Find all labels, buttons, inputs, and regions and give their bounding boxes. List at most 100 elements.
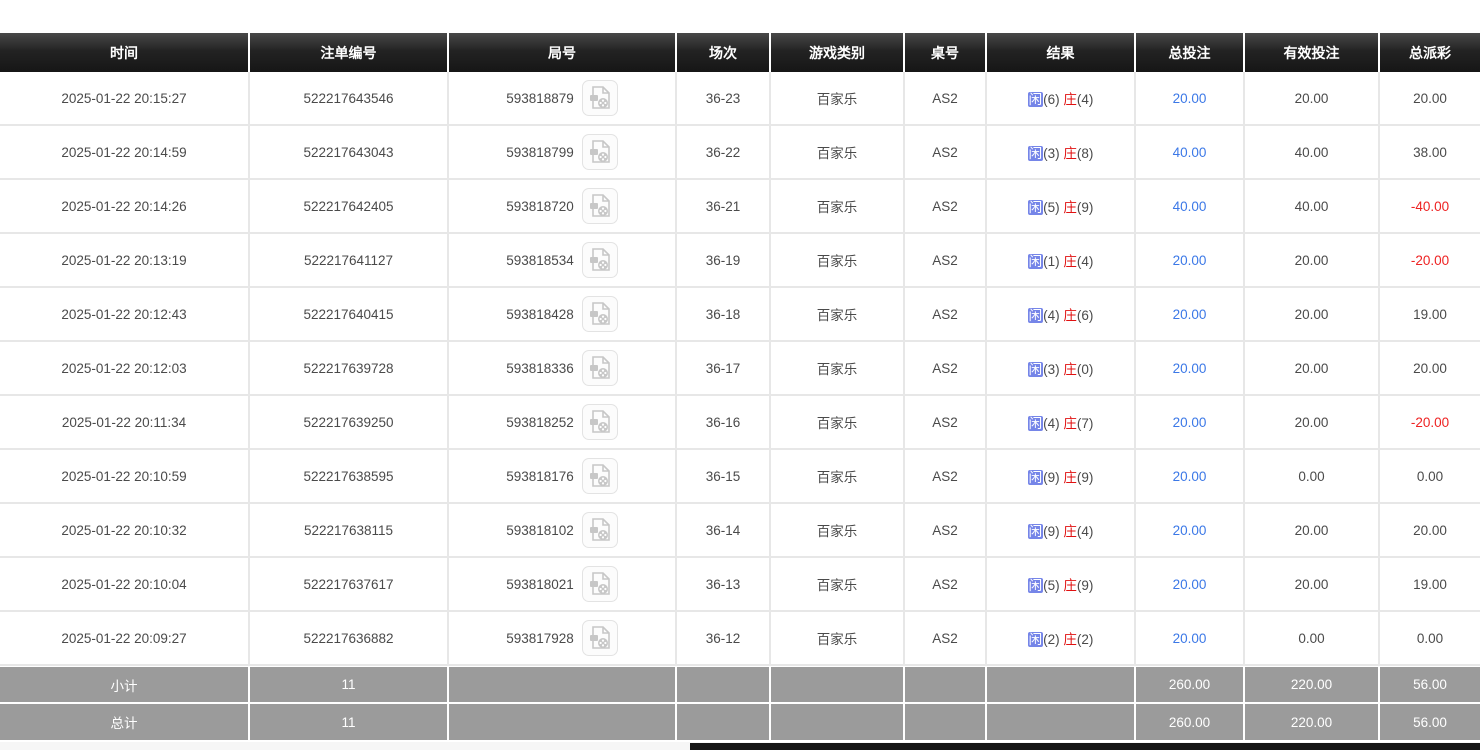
cell-total-bet: 20.00 — [1136, 612, 1245, 666]
cell-round-id: 593818534 — [449, 234, 677, 288]
total-bet-link[interactable]: 20.00 — [1173, 253, 1207, 268]
bet-records-page: 时间注单编号局号场次游戏类别桌号结果总投注有效投注总派彩 2025-01-22 … — [0, 0, 1480, 750]
round-id-number: 593818720 — [506, 199, 574, 214]
cell-payout: 19.00 — [1380, 558, 1480, 612]
cell-total-bet: 20.00 — [1136, 504, 1245, 558]
round-id-number: 593818336 — [506, 361, 574, 376]
cell-valid-bet: 20.00 — [1245, 72, 1380, 126]
player-score: (9) — [1043, 470, 1063, 485]
cell-payout: -20.00 — [1380, 396, 1480, 450]
player-badge: 闲 — [1028, 200, 1044, 215]
video-replay-button[interactable] — [582, 620, 618, 656]
cell-game-type: 百家乐 — [771, 180, 905, 234]
table-row: 2025-01-22 20:10:32522217638115593818102… — [0, 504, 1480, 558]
player-score: (2) — [1043, 632, 1063, 647]
total-bet-link[interactable]: 40.00 — [1173, 145, 1207, 160]
cell-session: 36-17 — [677, 342, 771, 396]
payout-value: 38.00 — [1413, 145, 1447, 160]
round-id-wrap: 593818102 — [453, 512, 671, 548]
round-id-number: 593818799 — [506, 145, 574, 160]
round-id-wrap: 593818336 — [453, 350, 671, 386]
cell-table-no: AS2 — [905, 234, 987, 288]
cell-round-id: 593818879 — [449, 72, 677, 126]
video-replay-button[interactable] — [582, 458, 618, 494]
total-bet-link[interactable]: 20.00 — [1173, 307, 1207, 322]
total-bet-link[interactable]: 20.00 — [1173, 91, 1207, 106]
player-badge: 闲 — [1028, 470, 1044, 485]
cell-total-bet: 20.00 — [1136, 234, 1245, 288]
grand-total-row-game-type — [771, 704, 905, 742]
round-id-wrap: 593818176 — [453, 458, 671, 494]
cell-total-bet: 40.00 — [1136, 126, 1245, 180]
total-bet-link[interactable]: 20.00 — [1173, 469, 1207, 484]
video-replay-button[interactable] — [582, 134, 618, 170]
video-replay-icon — [589, 464, 611, 488]
video-replay-icon — [589, 302, 611, 326]
payout-value: -40.00 — [1411, 199, 1449, 214]
banker-score: (9) — [1077, 578, 1094, 593]
cell-bet-id: 522217636882 — [250, 612, 449, 666]
cell-bet-id: 522217639250 — [250, 396, 449, 450]
player-badge: 闲 — [1028, 92, 1044, 107]
cell-session: 36-23 — [677, 72, 771, 126]
cell-result: 闲(3) 庄(0) — [987, 342, 1136, 396]
cell-time: 2025-01-22 20:10:32 — [0, 504, 250, 558]
banker-score: (4) — [1077, 254, 1094, 269]
cell-game-type: 百家乐 — [771, 234, 905, 288]
cell-round-id: 593818336 — [449, 342, 677, 396]
cell-round-id: 593818799 — [449, 126, 677, 180]
banker-score: (8) — [1077, 146, 1094, 161]
banker-label: 庄 — [1063, 146, 1077, 161]
cell-round-id: 593817928 — [449, 612, 677, 666]
col-header-session: 场次 — [677, 33, 771, 72]
grand-total-row-table-no — [905, 704, 987, 742]
cell-round-id: 593818021 — [449, 558, 677, 612]
cell-session: 36-12 — [677, 612, 771, 666]
banker-score: (9) — [1077, 200, 1094, 215]
banker-score: (4) — [1077, 92, 1094, 107]
video-replay-button[interactable] — [582, 242, 618, 278]
video-replay-button[interactable] — [582, 188, 618, 224]
banker-label: 庄 — [1063, 632, 1077, 647]
video-replay-button[interactable] — [582, 404, 618, 440]
total-bet-link[interactable]: 40.00 — [1173, 199, 1207, 214]
cell-round-id: 593818720 — [449, 180, 677, 234]
round-id-number: 593818102 — [506, 523, 574, 538]
cell-table-no: AS2 — [905, 612, 987, 666]
video-replay-button[interactable] — [582, 296, 618, 332]
cell-game-type: 百家乐 — [771, 72, 905, 126]
video-replay-button[interactable] — [582, 80, 618, 116]
cell-valid-bet: 0.00 — [1245, 450, 1380, 504]
cell-result: 闲(4) 庄(6) — [987, 288, 1136, 342]
cell-valid-bet: 40.00 — [1245, 126, 1380, 180]
col-header-total_bet: 总投注 — [1136, 33, 1245, 72]
cell-table-no: AS2 — [905, 72, 987, 126]
subtotal-row-payout: 56.00 — [1380, 666, 1480, 704]
cell-result: 闲(3) 庄(8) — [987, 126, 1136, 180]
subtotal-row-valid-bet: 220.00 — [1245, 666, 1380, 704]
round-id-wrap: 593817928 — [453, 620, 671, 656]
cell-payout: 0.00 — [1380, 612, 1480, 666]
cell-bet-id: 522217641127 — [250, 234, 449, 288]
video-replay-button[interactable] — [582, 566, 618, 602]
cell-session: 36-22 — [677, 126, 771, 180]
subtotal-row-result — [987, 666, 1136, 704]
grand-total-row-count: 11 — [250, 704, 449, 742]
total-bet-link[interactable]: 20.00 — [1173, 577, 1207, 592]
cell-session: 36-14 — [677, 504, 771, 558]
round-id-wrap: 593818021 — [453, 566, 671, 602]
total-bet-link[interactable]: 20.00 — [1173, 631, 1207, 646]
payout-value: 0.00 — [1417, 469, 1443, 484]
cell-payout: -40.00 — [1380, 180, 1480, 234]
round-id-wrap: 593818428 — [453, 296, 671, 332]
video-replay-button[interactable] — [582, 350, 618, 386]
cell-result: 闲(5) 庄(9) — [987, 558, 1136, 612]
total-bet-link[interactable]: 20.00 — [1173, 415, 1207, 430]
video-replay-button[interactable] — [582, 512, 618, 548]
total-bet-link[interactable]: 20.00 — [1173, 361, 1207, 376]
total-bet-link[interactable]: 20.00 — [1173, 523, 1207, 538]
video-replay-icon — [589, 518, 611, 542]
cell-total-bet: 20.00 — [1136, 288, 1245, 342]
cell-session: 36-19 — [677, 234, 771, 288]
round-id-number: 593818021 — [506, 577, 574, 592]
